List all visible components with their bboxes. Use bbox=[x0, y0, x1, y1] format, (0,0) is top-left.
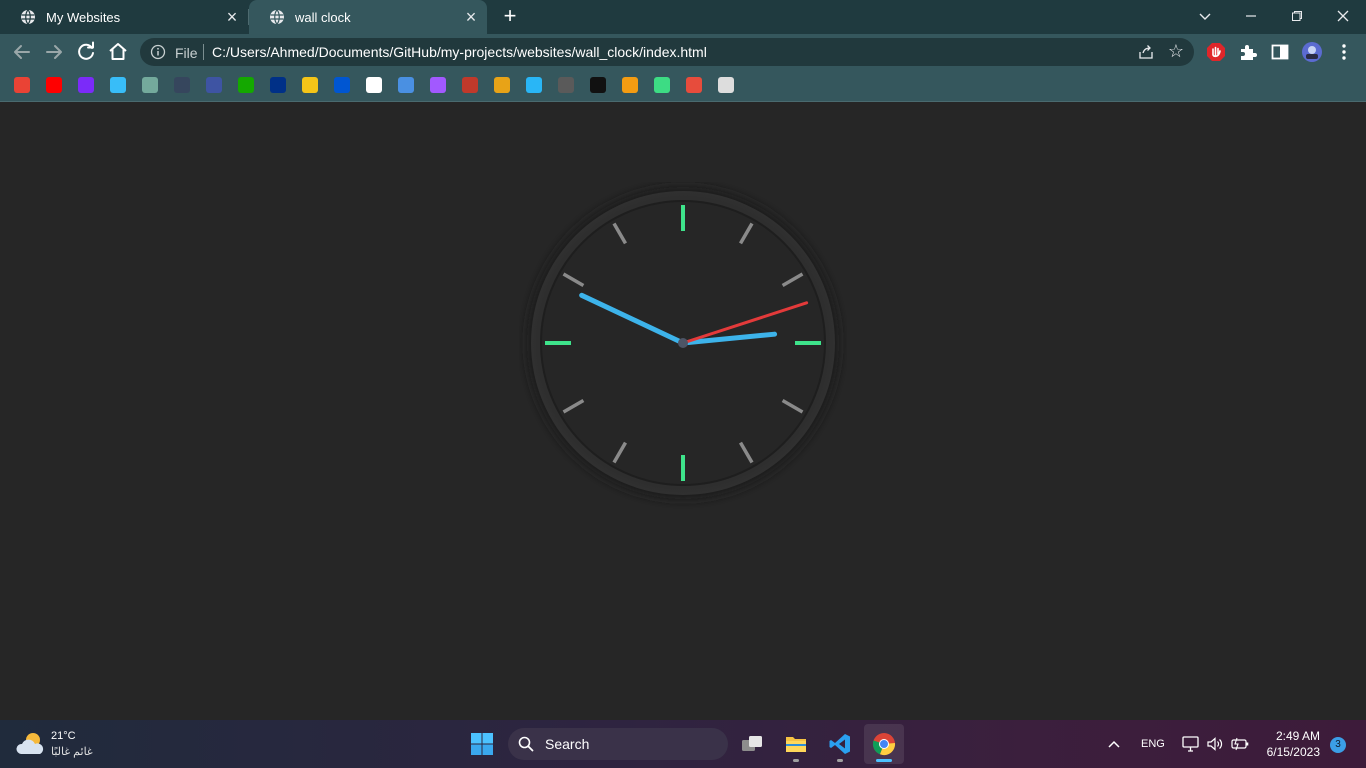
running-indicator bbox=[837, 759, 843, 762]
battery-icon[interactable] bbox=[1230, 736, 1250, 752]
youtube-icon[interactable] bbox=[46, 77, 62, 93]
system-time[interactable]: 2:49 AM bbox=[1276, 729, 1320, 743]
folder-icon bbox=[786, 737, 806, 752]
active-indicator bbox=[876, 759, 892, 762]
minimize-button[interactable] bbox=[1228, 0, 1274, 32]
chevron-up-icon[interactable] bbox=[1106, 736, 1122, 752]
adblock-extension-icon[interactable] bbox=[1205, 41, 1227, 63]
globe-icon bbox=[21, 9, 35, 25]
forward-arrow-icon[interactable] bbox=[41, 39, 67, 65]
search-placeholder: Search bbox=[545, 736, 590, 752]
running-indicator bbox=[793, 759, 799, 762]
circle-bookmark-icon[interactable] bbox=[526, 77, 542, 93]
address-bar[interactable]: File C:/Users/Ahmed/Documents/GitHub/my-… bbox=[140, 38, 1194, 66]
puzzle-extensions-icon[interactable] bbox=[1237, 41, 1259, 63]
close-tab-icon[interactable]: × bbox=[224, 8, 240, 26]
chevron-down-icon bbox=[1199, 13, 1211, 20]
new-tab-button[interactable]: + bbox=[499, 5, 521, 28]
tab-search-button[interactable] bbox=[1182, 0, 1228, 32]
weather-description: غائم غالبًا bbox=[51, 746, 93, 758]
search-icon bbox=[518, 736, 534, 752]
globe-icon bbox=[270, 9, 284, 25]
close-window-button[interactable] bbox=[1320, 0, 1366, 32]
taskbar-search-box[interactable]: Search bbox=[508, 728, 728, 760]
tab-title: wall clock bbox=[295, 9, 351, 25]
tailwind-icon[interactable] bbox=[110, 77, 126, 93]
task-view-button[interactable] bbox=[732, 724, 772, 764]
extension-bookmark-icon[interactable] bbox=[302, 77, 318, 93]
reload-icon[interactable] bbox=[73, 39, 99, 65]
kebab-menu-icon[interactable] bbox=[1333, 41, 1355, 63]
windows-taskbar: 21°C غائم غالبًا Search ENG 2:49 AM 6/15… bbox=[0, 720, 1366, 768]
github-icon[interactable] bbox=[366, 77, 382, 93]
bootstrap-icon[interactable] bbox=[78, 77, 94, 93]
upwork-icon[interactable] bbox=[238, 77, 254, 93]
volume-icon[interactable] bbox=[1206, 736, 1224, 752]
chatgpt-icon[interactable] bbox=[142, 77, 158, 93]
loading-bookmark-icon[interactable] bbox=[558, 77, 574, 93]
chrome-button[interactable] bbox=[864, 724, 904, 764]
minimize-icon bbox=[1246, 15, 1256, 17]
pennant-icon[interactable] bbox=[590, 77, 606, 93]
stripes-bookmark-icon[interactable] bbox=[654, 77, 670, 93]
html5-icon[interactable] bbox=[494, 77, 510, 93]
close-icon bbox=[1337, 10, 1349, 22]
ticket-bookmark-icon[interactable] bbox=[686, 77, 702, 93]
grid-bookmark-icon[interactable] bbox=[462, 77, 478, 93]
close-tab-icon[interactable]: × bbox=[463, 8, 479, 26]
bookmark-star-icon[interactable]: ☆ bbox=[1168, 42, 1184, 60]
weather-widget[interactable]: 21°C غائم غالبًا bbox=[16, 728, 116, 760]
info-icon[interactable] bbox=[150, 44, 166, 60]
task-view-icon bbox=[742, 736, 762, 751]
share-icon[interactable] bbox=[1138, 44, 1154, 60]
chrome-icon bbox=[872, 733, 896, 756]
tumblr-icon[interactable] bbox=[174, 77, 190, 93]
scheme-label: File bbox=[175, 45, 198, 61]
frame-bookmark-icon[interactable] bbox=[718, 77, 734, 93]
tab-wall-clock[interactable]: wall clock × bbox=[249, 0, 487, 34]
network-icon[interactable] bbox=[1182, 736, 1200, 752]
profile-avatar-icon[interactable] bbox=[1301, 41, 1323, 63]
cloudy-weather-icon bbox=[16, 733, 44, 754]
vscode-button[interactable] bbox=[820, 724, 860, 764]
browser-toolbar: File C:/Users/Ahmed/Documents/GitHub/my-… bbox=[0, 34, 1366, 70]
clock-center-pin bbox=[678, 338, 688, 348]
gmail-icon[interactable] bbox=[14, 77, 30, 93]
notification-badge[interactable]: 3 bbox=[1330, 737, 1346, 753]
weather-temperature: 21°C bbox=[51, 730, 76, 742]
file-explorer-button[interactable] bbox=[776, 724, 816, 764]
flag-bookmark-icon[interactable] bbox=[398, 77, 414, 93]
home-icon[interactable] bbox=[105, 39, 131, 65]
url-text[interactable]: C:/Users/Ahmed/Documents/GitHub/my-proje… bbox=[212, 44, 707, 60]
chat-bubble-icon[interactable] bbox=[430, 77, 446, 93]
windows-start-icon[interactable] bbox=[470, 732, 494, 756]
input-language[interactable]: ENG bbox=[1141, 738, 1165, 750]
tab-title: My Websites bbox=[46, 9, 121, 25]
side-panel-icon[interactable] bbox=[1269, 41, 1291, 63]
system-date[interactable]: 6/15/2023 bbox=[1267, 745, 1320, 759]
bookmarks-bar bbox=[0, 70, 1366, 102]
diamond-bookmark-icon[interactable] bbox=[622, 77, 638, 93]
tab-strip: My Websites × wall clock × + bbox=[0, 0, 1366, 34]
page-content bbox=[0, 103, 1366, 720]
frontend-mentor-icon[interactable] bbox=[206, 77, 222, 93]
wall-clock bbox=[527, 187, 839, 499]
paypal-icon[interactable] bbox=[270, 77, 286, 93]
restore-icon bbox=[1292, 11, 1302, 21]
vscode-icon bbox=[829, 734, 850, 754]
back-arrow-icon[interactable] bbox=[9, 39, 35, 65]
tab-my-websites[interactable]: My Websites × bbox=[0, 0, 248, 34]
coursera-icon[interactable] bbox=[334, 77, 350, 93]
address-divider bbox=[203, 44, 204, 60]
restore-button[interactable] bbox=[1274, 0, 1320, 32]
